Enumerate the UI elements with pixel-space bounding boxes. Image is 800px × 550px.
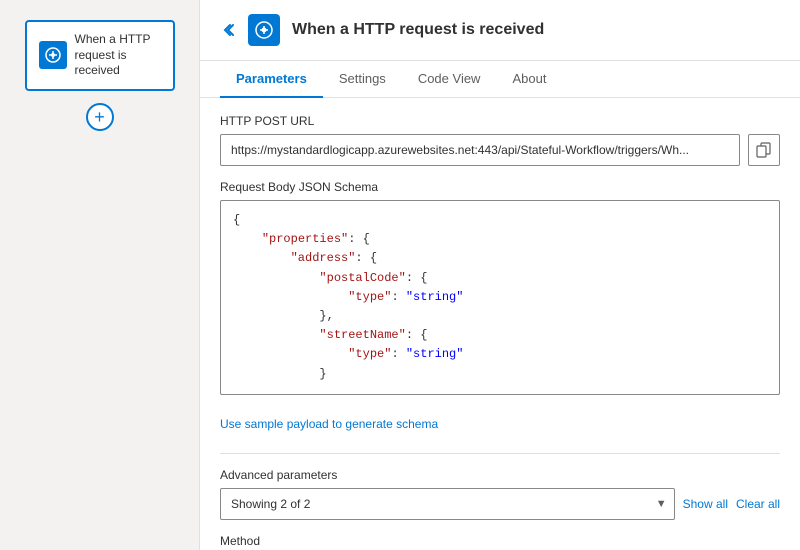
add-step-button[interactable]: + xyxy=(86,103,114,131)
http-post-url-group: HTTP POST URL xyxy=(220,114,780,166)
copy-url-button[interactable] xyxy=(748,134,780,166)
json-line: { xyxy=(233,211,767,230)
params-row: Showing 2 of 2 ▼ Show all Clear all xyxy=(220,488,780,520)
tabs-bar: Parameters Settings Code View About xyxy=(200,61,800,98)
advanced-params-label: Advanced parameters xyxy=(220,468,780,482)
json-line: "postalCode": { xyxy=(233,269,767,288)
json-line: } xyxy=(233,365,767,384)
json-line: "streetName": { xyxy=(233,326,767,345)
advanced-params-group: Advanced parameters Showing 2 of 2 ▼ Sho… xyxy=(220,468,780,520)
sample-payload-link[interactable]: Use sample payload to generate schema xyxy=(220,417,438,431)
left-panel: When a HTTP request is received + xyxy=(0,0,200,550)
url-row xyxy=(220,134,780,166)
json-line: "properties": { xyxy=(233,230,767,249)
clear-all-button[interactable]: Clear all xyxy=(736,497,780,511)
trigger-label: When a HTTP request is received xyxy=(75,32,161,79)
json-line: }, xyxy=(233,307,767,326)
trigger-card[interactable]: When a HTTP request is received xyxy=(25,20,175,91)
content-area: HTTP POST URL Request Body JSON Schema {… xyxy=(200,98,800,550)
params-dropdown[interactable]: Showing 2 of 2 xyxy=(220,488,675,520)
tab-settings[interactable]: Settings xyxy=(323,61,402,98)
json-line: "type": "string" xyxy=(233,345,767,364)
json-line: "type": "string" xyxy=(233,288,767,307)
panel-header-icon xyxy=(248,14,280,46)
http-post-url-input[interactable] xyxy=(220,134,740,166)
json-schema-editor[interactable]: { "properties": { "address": { "postalCo… xyxy=(220,200,780,395)
json-schema-label: Request Body JSON Schema xyxy=(220,180,780,194)
show-all-button[interactable]: Show all xyxy=(683,497,728,511)
method-field-group: Method GET POST PUT DELETE PATCH ▼ xyxy=(220,534,780,550)
params-dropdown-wrapper: Showing 2 of 2 ▼ xyxy=(220,488,675,520)
right-panel: When a HTTP request is received Paramete… xyxy=(200,0,800,550)
panel-title: When a HTTP request is received xyxy=(292,21,544,39)
divider xyxy=(220,453,780,454)
json-schema-group: Request Body JSON Schema { "properties":… xyxy=(220,180,780,395)
method-label: Method xyxy=(220,534,780,548)
tab-parameters[interactable]: Parameters xyxy=(220,61,323,98)
collapse-button[interactable] xyxy=(220,22,236,38)
tab-code-view[interactable]: Code View xyxy=(402,61,497,98)
tab-about[interactable]: About xyxy=(496,61,562,98)
json-line: "address": { xyxy=(233,249,767,268)
http-trigger-icon xyxy=(39,41,67,69)
panel-header: When a HTTP request is received xyxy=(200,0,800,61)
http-post-url-label: HTTP POST URL xyxy=(220,114,780,128)
